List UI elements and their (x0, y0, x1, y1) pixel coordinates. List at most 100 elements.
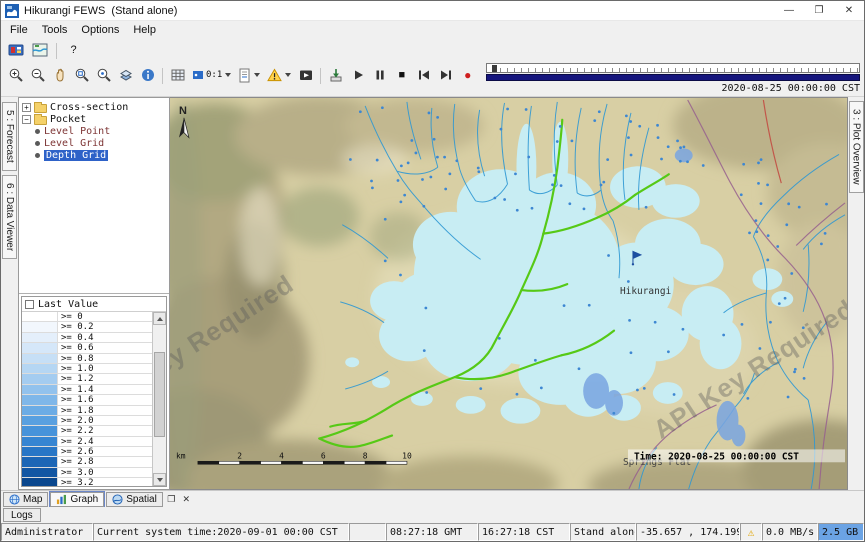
legend-row: >= 1.2 (22, 374, 152, 384)
current-time-label: 2020-08-25 00:00:00 CST (722, 83, 860, 94)
window-controls: — ❐ ✕ (774, 1, 864, 20)
chevron-down-icon (285, 73, 291, 77)
tree-item-level-grid[interactable]: Level Grid (22, 137, 169, 149)
toolbar-separator (56, 43, 57, 59)
legend-color-swatch (22, 374, 58, 383)
scrollbar-thumb[interactable] (154, 352, 165, 438)
tab-map[interactable]: Map (3, 492, 48, 507)
zoom-in-icon[interactable] (5, 66, 26, 85)
pan-hand-icon[interactable] (49, 66, 70, 85)
legend-label: >= 0.4 (58, 333, 94, 342)
close-button[interactable]: ✕ (834, 1, 864, 20)
main-area: 5 : Forecast 6 : Data Viewer + Cross-sec… (1, 97, 864, 490)
toolbar-separator (162, 68, 163, 84)
legend-row: >= 0.2 (22, 322, 152, 332)
export-animation-icon[interactable] (325, 66, 346, 85)
maximize-button[interactable]: ❐ (804, 1, 834, 20)
status-coordinates: -35.657 , 174.199 (636, 523, 740, 541)
fews-explorer-icon[interactable] (5, 41, 26, 60)
app-window: Hikurangi FEWS (Stand alone) — ❐ ✕ File … (0, 0, 865, 542)
tab-data-viewer[interactable]: 6 : Data Viewer (2, 175, 17, 259)
grid-icon[interactable] (167, 66, 188, 85)
expand-icon[interactable]: + (22, 103, 31, 112)
legend-color-swatch (22, 416, 58, 425)
scrollbar-track[interactable] (153, 325, 166, 473)
tree-item-cross-section[interactable]: + Cross-section (22, 101, 169, 113)
svg-text:8: 8 (363, 451, 368, 460)
menu-help[interactable]: Help (126, 23, 163, 37)
collapse-icon[interactable]: − (22, 115, 31, 124)
layers-tree: + Cross-section − Pocket Level Point Lev… (19, 98, 169, 294)
map-toolbar: 0:1 ■ ● 2020-08-25 00:00:00 CST (1, 61, 864, 97)
map-display-icon[interactable] (29, 41, 50, 60)
step-back-icon[interactable] (413, 66, 434, 85)
zoom-box-icon[interactable] (71, 66, 92, 85)
status-local-time: 16:27:18 CST (478, 523, 570, 541)
zoom-extent-icon[interactable] (93, 66, 114, 85)
menu-file[interactable]: File (3, 23, 35, 37)
legend-row: >= 1.4 (22, 385, 152, 395)
thresholds-warning-dropdown[interactable] (264, 66, 294, 85)
last-value-checkbox[interactable] (25, 300, 34, 309)
pause-icon[interactable] (369, 66, 390, 85)
timeline-ruler[interactable] (486, 63, 860, 73)
play-icon[interactable] (347, 66, 368, 85)
legend-color-swatch (22, 385, 58, 394)
tab-plot-overview[interactable]: 3 : Plot Overview (849, 101, 864, 193)
svg-text:6: 6 (321, 451, 326, 460)
right-tab-strip: 3 : Plot Overview (848, 97, 864, 490)
legend-label: >= 1.2 (58, 374, 94, 383)
step-forward-icon[interactable] (435, 66, 456, 85)
legend-label: >= 1.0 (58, 364, 94, 373)
panel-close-icon[interactable]: ✕ (180, 493, 193, 506)
tab-forecast[interactable]: 5 : Forecast (2, 102, 17, 171)
folder-icon (34, 116, 47, 125)
toolbar-separator (320, 68, 321, 84)
minimize-button[interactable]: — (774, 1, 804, 20)
legend-row: >= 3.2 (22, 478, 152, 486)
menu-tools[interactable]: Tools (35, 23, 75, 37)
menu-options[interactable]: Options (74, 23, 126, 37)
legend-color-swatch (22, 426, 58, 435)
svg-text:km: km (176, 451, 186, 460)
map-view[interactable]: API Key Required API Key Required Hikura… (170, 97, 848, 490)
profile-document-dropdown[interactable] (235, 66, 263, 85)
status-gmt-time: 08:27:18 GMT (386, 523, 478, 541)
panel-maximize-icon[interactable]: ❐ (165, 493, 178, 506)
tree-item-level-point[interactable]: Level Point (22, 125, 169, 137)
legend-color-swatch (22, 354, 58, 363)
logs-button[interactable]: Logs (3, 508, 41, 522)
folder-icon (34, 104, 47, 113)
legend-row: >= 1.6 (22, 395, 152, 405)
scroll-up-icon[interactable] (153, 312, 166, 325)
tab-spatial[interactable]: Spatial (106, 492, 163, 507)
record-icon[interactable]: ● (457, 66, 478, 85)
legend-row: >= 2.8 (22, 457, 152, 467)
stop-icon[interactable]: ■ (391, 66, 412, 85)
timeline: 2020-08-25 00:00:00 CST (486, 63, 860, 94)
scale-selector-dropdown[interactable]: 0:1 (189, 66, 234, 85)
zoom-out-icon[interactable] (27, 66, 48, 85)
tree-item-depth-grid[interactable]: Depth Grid (22, 149, 169, 161)
timeline-range-bar[interactable] (486, 74, 860, 81)
legend-label: >= 1.8 (58, 406, 94, 415)
bullet-icon (35, 129, 40, 134)
tree-item-pocket[interactable]: − Pocket (22, 113, 169, 125)
legend-scrollbar[interactable] (152, 312, 166, 486)
help-icon[interactable]: ? (63, 41, 84, 60)
scroll-down-icon[interactable] (153, 473, 166, 486)
animation-icon[interactable] (295, 66, 316, 85)
status-spacer (349, 523, 386, 541)
svg-text:10: 10 (402, 451, 412, 460)
legend-color-swatch (22, 312, 58, 321)
layers-icon[interactable] (115, 66, 136, 85)
status-network-speed: 0.0 MB/s (762, 523, 818, 541)
tab-graph[interactable]: Graph (50, 492, 104, 507)
map-canvas[interactable]: API Key Required API Key Required Hikura… (170, 98, 847, 489)
timeline-current-marker[interactable] (492, 65, 497, 72)
legend-body: >= 0>= 0.2>= 0.4>= 0.6>= 0.8>= 1.0>= 1.2… (22, 312, 166, 486)
status-warning-icon[interactable]: ⚠ (740, 523, 762, 541)
app-logo-icon (5, 4, 19, 18)
info-icon[interactable] (137, 66, 158, 85)
legend-label: >= 2.4 (58, 437, 94, 446)
